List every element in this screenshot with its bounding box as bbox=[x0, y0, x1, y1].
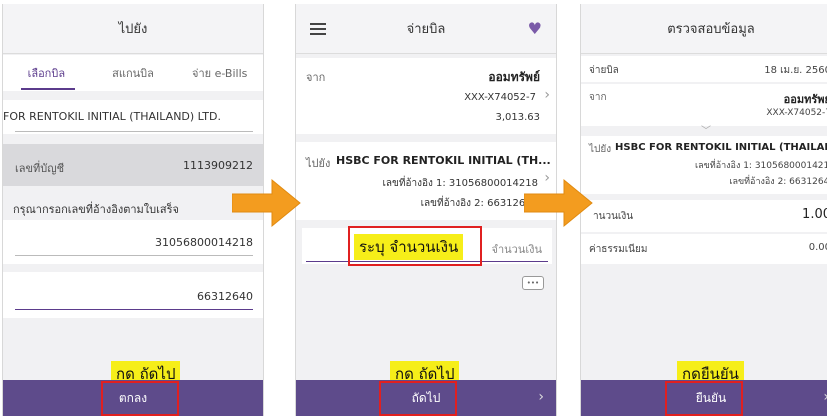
annotation-enter-amount: ระบุ จำนวนเงิน bbox=[354, 234, 464, 260]
to-section: ไปยัง HSBC FOR RENTOKIL INITIAL (THAILAN… bbox=[581, 136, 827, 194]
date: 18 เม.ย. 2560 bbox=[764, 65, 827, 76]
ref1: เลขที่อ้างอิง 1: 31056800014218 bbox=[382, 178, 538, 189]
from-label: จาก bbox=[306, 71, 326, 84]
header: จ่ายบิล ♥ bbox=[296, 4, 556, 54]
highlight-box bbox=[665, 381, 743, 416]
ref-prompt: กรุณากรอกเลขที่อ้างอิงตามใบเสร็จ bbox=[13, 203, 179, 216]
fee-label: ค่าธรรมเนียม bbox=[589, 244, 648, 255]
to-label: ไปยัง bbox=[589, 144, 612, 155]
amount-row: านวนเงิน 1.00 bbox=[581, 200, 827, 232]
to-label: ไปยัง bbox=[306, 157, 331, 170]
favorite-heart-icon[interactable]: ♥ bbox=[528, 19, 542, 38]
to-name: HSBC FOR RENTOKIL INITIAL (THAILAND)... bbox=[615, 142, 827, 153]
ref1-input[interactable]: 31056800014218 bbox=[3, 220, 263, 264]
header: ไปยัง bbox=[3, 4, 263, 54]
fee-value: 0.00 bbox=[808, 242, 827, 253]
page-title: ตรวจสอบข้อมูล bbox=[667, 22, 755, 37]
bill-tabs: เลือกบิล สแกนบิล จ่าย e-Bills bbox=[3, 55, 263, 91]
tutorial-canvas: ไปยัง เลือกบิล สแกนบิล จ่าย e-Bills FOR … bbox=[0, 0, 827, 416]
account-number: 1113909212 bbox=[183, 159, 253, 172]
from-account-card[interactable]: จาก ออมทรัพย์ XXX-X74052-7 › 3,013.63 bbox=[296, 58, 556, 134]
screen-select-bill: ไปยัง เลือกบิล สแกนบิล จ่าย e-Bills FOR … bbox=[2, 4, 264, 416]
ref1: เลขที่อ้างอิง 1: 31056800014218 bbox=[695, 161, 827, 171]
from-account-number: XXX-X74052-7 bbox=[766, 108, 827, 118]
account-row: เลขที่บัญชี 1113909212 bbox=[3, 144, 263, 186]
chevron-right-icon: › bbox=[823, 389, 827, 405]
from-account-name: ออมทรัพย์ bbox=[488, 70, 540, 84]
chevron-down-icon: ﹀ bbox=[701, 126, 711, 137]
menu-icon[interactable] bbox=[310, 23, 326, 35]
account-label: เลขที่บัญชี bbox=[15, 162, 65, 175]
ref2-value: 66312640 bbox=[197, 290, 253, 303]
fee-row: ค่าธรรมเนียม 0.00 bbox=[581, 234, 827, 264]
amount-placeholder: จำนวนเงิน bbox=[491, 243, 543, 256]
from-balance: 3,013.63 bbox=[495, 112, 540, 123]
highlight-box bbox=[101, 381, 179, 416]
arrow-right-icon bbox=[232, 178, 301, 228]
page-title: ไปยัง bbox=[118, 22, 148, 37]
amount-label: านวนเงิน bbox=[593, 211, 634, 222]
active-tab-indicator bbox=[21, 88, 75, 90]
more-options-icon[interactable]: ••• bbox=[522, 276, 544, 290]
from-account-number: XXX-X74052-7 bbox=[464, 92, 536, 103]
page-title: จ่ายบิล bbox=[406, 22, 446, 37]
tab-scan-bill[interactable]: สแกนบิล bbox=[90, 55, 177, 91]
tab-select-bill[interactable]: เลือกบิล bbox=[3, 55, 90, 91]
ref1-value: 31056800014218 bbox=[155, 236, 253, 249]
pay-row: จ่ายบิล 18 เม.ย. 2560 bbox=[581, 56, 827, 82]
chevron-right-icon: › bbox=[538, 389, 544, 405]
ref2: เลขที่อ้างอิง 2: 66312640 bbox=[729, 177, 827, 187]
screen-pay-bill: จ่ายบิล ♥ จาก ออมทรัพย์ XXX-X74052-7 › 3… bbox=[295, 4, 557, 416]
amount-value: 1.00 bbox=[802, 207, 827, 222]
chevron-right-icon: › bbox=[544, 87, 550, 103]
arrow-right-icon bbox=[524, 178, 593, 228]
pay-label: จ่ายบิล bbox=[589, 65, 619, 76]
company-field[interactable]: FOR RENTOKIL INITIAL (THAILAND) LTD. bbox=[3, 100, 263, 134]
screen-confirm: ตรวจสอบข้อมูล จ่ายบิล 18 เม.ย. 2560 จาก … bbox=[580, 4, 827, 416]
ref2-input[interactable]: 66312640 bbox=[3, 272, 263, 318]
from-label: จาก bbox=[589, 92, 607, 103]
ref2: เลขที่อ้างอิง 2: 66312640 bbox=[420, 198, 538, 209]
from-account-name: ออมทรัพย์ bbox=[783, 93, 827, 106]
to-name: HSBC FOR RENTOKIL INITIAL (TH... bbox=[336, 154, 551, 167]
tab-e-bills[interactable]: จ่าย e-Bills bbox=[176, 55, 263, 91]
company-name: FOR RENTOKIL INITIAL (THAILAND) LTD. bbox=[3, 110, 221, 123]
to-bill-card[interactable]: ไปยัง HSBC FOR RENTOKIL INITIAL (TH... เ… bbox=[296, 142, 556, 220]
from-section: จาก ออมทรัพย์ XXX-X74052-7 bbox=[581, 84, 827, 126]
highlight-box bbox=[379, 381, 457, 416]
header: ตรวจสอบข้อมูล bbox=[581, 4, 827, 54]
